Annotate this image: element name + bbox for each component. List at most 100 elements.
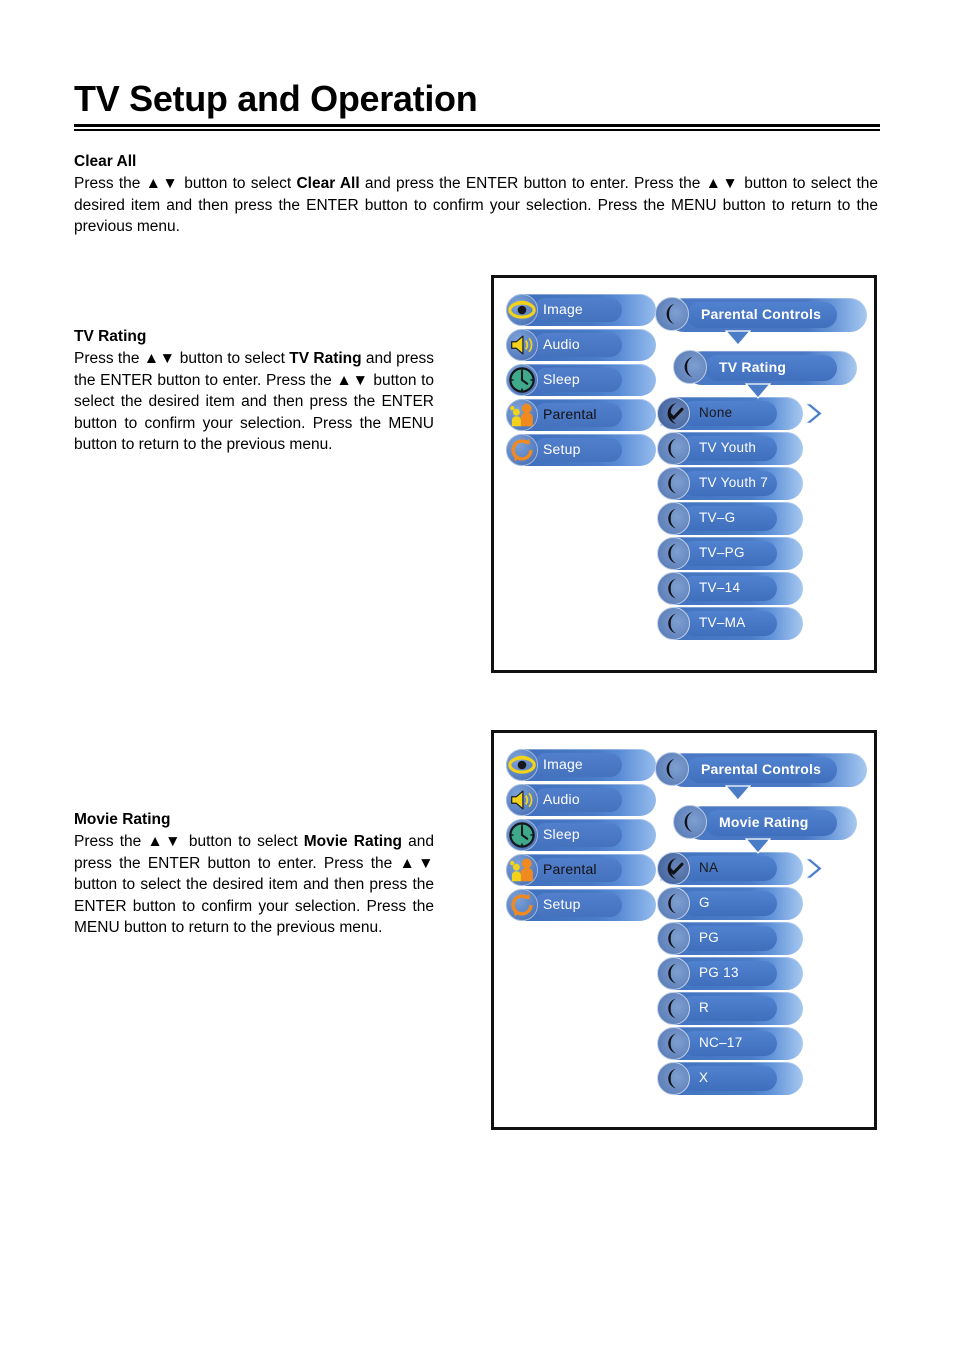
menu-item-label: Sleep [543,371,580,387]
option-pill-inner [681,996,777,1021]
crescent-icon [657,572,690,605]
option-label: NA [699,860,719,875]
option-item[interactable]: TV–G [657,501,807,536]
option-item[interactable]: TV–14 [657,571,807,606]
menu-item-parental[interactable]: Parental [506,853,677,888]
check-icon [657,852,690,885]
page-title: TV Setup and Operation [74,78,478,119]
menu-item-image[interactable]: Image [506,293,658,328]
option-item[interactable]: NC–17 [657,1026,807,1061]
section-heading-tv-rating: TV Rating [74,328,147,345]
option-label: PG 13 [699,965,739,980]
menu-item-label: Audio [543,791,580,807]
crescent-icon [657,957,690,990]
crescent-icon [657,922,690,955]
option-label: R [699,1000,710,1015]
menu-item-setup[interactable]: Setup [506,888,658,923]
speaker-icon [506,784,538,816]
text-part: Press the [74,833,148,850]
option-pill [673,397,803,430]
text-part: button to select the desired item and th… [74,876,434,936]
section-movie-rating: Movie Rating Press the ▲▼ button to sele… [74,810,434,939]
submenu-header-row: Parental Controls [649,751,879,803]
option-label: TV–14 [699,580,741,595]
refresh-icon [506,434,538,466]
submenu-header-label: Parental Controls [701,761,822,777]
crescent-icon [657,992,690,1025]
section-heading-movie-rating: Movie Rating [74,811,171,828]
option-item[interactable]: PG 13 [657,956,807,991]
menu-item-label: Sleep [543,826,580,842]
option-item[interactable]: X [657,1061,807,1096]
osd-main-menu: Image Audio Sleep Parental Setup [506,748,677,923]
option-pill [673,887,803,920]
option-pill [673,502,803,535]
menu-item-label: Image [543,756,583,772]
section-body-tv-rating: Press the ▲▼ button to select TV Rating … [74,348,434,456]
updown-arrow-glyph: ▲▼ [145,175,180,192]
section-heading-clear-all: Clear All [74,153,137,170]
menu-item-parental[interactable]: Parental [506,398,677,433]
clock-icon [506,819,538,851]
crescent-icon [657,537,690,570]
crescent-icon [655,752,689,786]
eye-icon [506,749,538,781]
osd-option-list: None TV Youth TV Youth 7 TV–G TV–PG TV–14 TV–M… [657,396,824,641]
menu-item-label: Setup [543,896,581,912]
option-item[interactable]: TV–PG [657,536,807,571]
submenu-header-label: Movie Rating [719,814,809,830]
option-pill-inner [681,1066,777,1091]
osd-screenshot-movie-rating: Image Audio Sleep Parental Setup Parental Co… [491,730,877,1130]
page-header: TV Setup and Operation [74,78,880,131]
people-icon [506,399,538,431]
right-arrow-icon [803,856,829,881]
check-icon [657,397,690,430]
option-item[interactable]: G [657,886,807,921]
submenu-header-row: Parental Controls [649,296,879,348]
menu-item-setup[interactable]: Setup [506,433,658,468]
option-item[interactable]: TV–MA [657,606,807,641]
option-item[interactable]: TV Youth 7 [657,466,807,501]
menu-item-audio[interactable]: Audio [506,783,658,818]
option-pill [673,922,803,955]
menu-item-label: Image [543,301,583,317]
menu-item-sleep[interactable]: Sleep [506,363,658,398]
option-item[interactable]: R [657,991,807,1026]
option-label: TV–MA [699,615,746,630]
option-item[interactable]: None [657,396,824,431]
crescent-icon [657,502,690,535]
option-item[interactable]: PG [657,921,807,956]
menu-item-label: Audio [543,336,580,352]
chevron-down-icon [745,838,771,854]
crescent-icon [657,432,690,465]
section-body-clear-all: Press the ▲▼ button to select Clear All … [74,173,878,238]
option-pill-inner [681,926,777,951]
option-item[interactable]: NA [657,851,824,886]
option-label: TV–G [699,510,736,525]
menu-item-sleep[interactable]: Sleep [506,818,658,853]
option-label: PG [699,930,720,945]
text-part: Press the [74,175,146,192]
menu-item-audio[interactable]: Audio [506,328,658,363]
option-pill [673,1062,803,1095]
crescent-icon [657,467,690,500]
option-item[interactable]: TV Youth [657,431,807,466]
option-label: X [699,1070,709,1085]
clock-icon [506,364,538,396]
crescent-icon [655,297,689,331]
updown-arrow-glyph: ▲▼ [399,854,434,872]
crescent-icon [657,1062,690,1095]
osd-option-list: NA G PG PG 13 R NC–17 X [657,851,824,1096]
chevron-down-icon [725,785,751,801]
crescent-icon [657,887,690,920]
submenu-header-row: Movie Rating [649,804,879,856]
menu-item-image[interactable]: Image [506,748,658,783]
option-label: None [699,405,733,420]
option-label: TV Youth 7 [699,475,769,490]
refresh-icon [506,889,538,921]
option-label: G [699,895,710,910]
osd-screenshot-tv-rating: Image Audio Sleep Parental Setup Parental Co… [491,275,877,673]
option-label: NC–17 [699,1035,743,1050]
section-clear-all: Clear All Press the ▲▼ button to select … [74,152,878,238]
menu-item-label: Parental [543,861,597,877]
